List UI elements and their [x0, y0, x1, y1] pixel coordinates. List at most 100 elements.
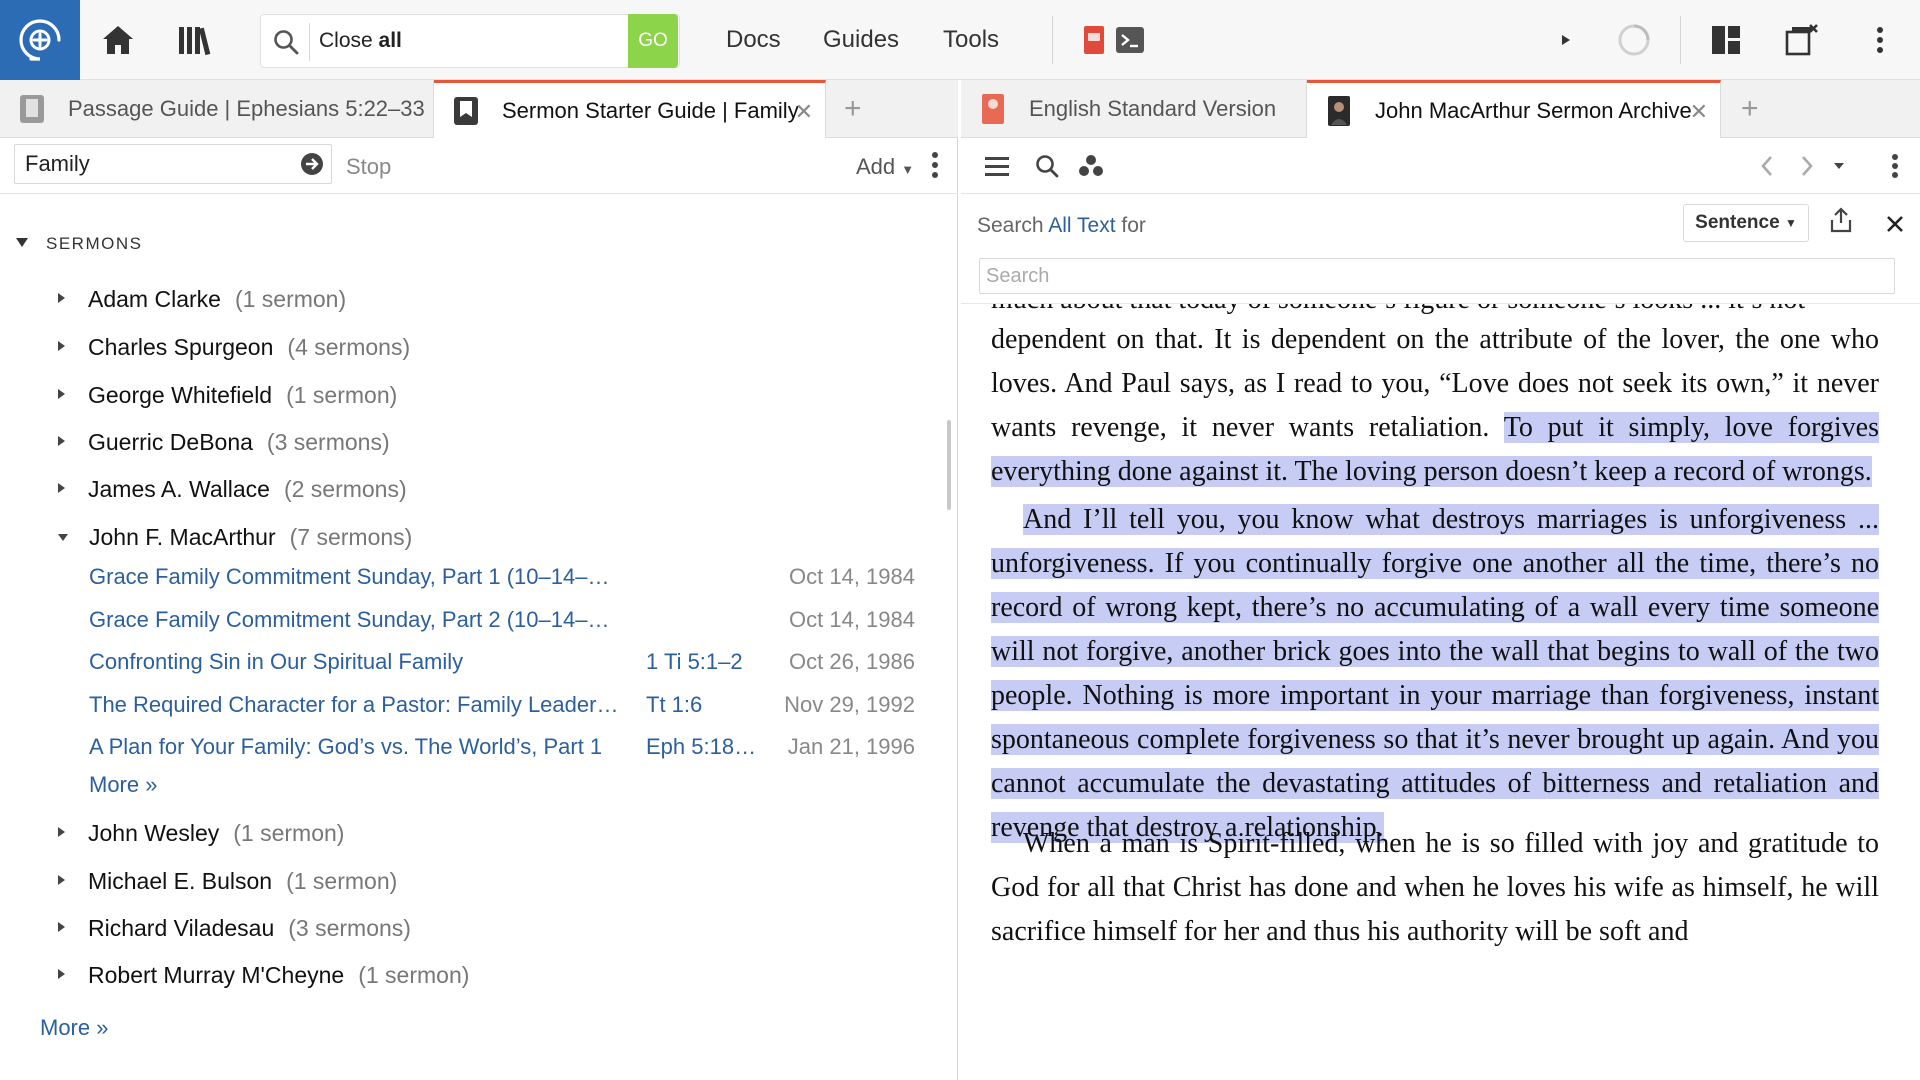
- home-icon[interactable]: [96, 18, 140, 62]
- author-item[interactable]: Charles Spurgeon (4 sermons): [58, 334, 410, 361]
- scrollbar-thumb[interactable]: [947, 420, 951, 510]
- author-name: George Whitefield: [88, 382, 273, 408]
- close-search-icon[interactable]: [1879, 208, 1911, 240]
- search-prefix: Search: [977, 214, 1049, 237]
- author-item-expanded[interactable]: John F. MacArthur (7 sermons): [58, 524, 412, 551]
- tab-esv[interactable]: English Standard Version: [961, 80, 1307, 138]
- sermon-title-link[interactable]: Confronting Sin in Our Spiritual Family: [89, 649, 639, 675]
- toolbar-separator-2: [1680, 16, 1681, 64]
- match-mode-value: Sentence: [1695, 212, 1780, 233]
- author-item[interactable]: Guerric DeBona (3 sermons): [58, 429, 390, 456]
- more-section-link[interactable]: More »: [40, 1015, 108, 1041]
- add-tab-icon[interactable]: +: [1741, 92, 1759, 126]
- search-input[interactable]: Search: [979, 258, 1895, 294]
- menu-guides[interactable]: Guides: [823, 26, 899, 54]
- in-resource-search-bar: Search All Text for Sentence ▼ Search: [961, 194, 1920, 304]
- library-icon[interactable]: [173, 18, 217, 62]
- sermon-title-link[interactable]: The Required Character for a Pastor: Fam…: [89, 692, 639, 718]
- close-panels-icon[interactable]: [1780, 18, 1824, 62]
- author-item[interactable]: Michael E. Bulson (1 sermon): [58, 868, 397, 895]
- more-sermons-link[interactable]: More »: [89, 772, 157, 798]
- close-tab-icon[interactable]: ✕: [1690, 99, 1708, 125]
- author-item[interactable]: John Wesley (1 sermon): [58, 820, 344, 847]
- collapse-triangle-icon: [58, 534, 68, 541]
- logos-home-icon[interactable]: [0, 0, 80, 80]
- author-name: Guerric DeBona: [88, 429, 253, 455]
- sermon-date: Oct 14, 1984: [789, 607, 915, 632]
- panel-menu-icon[interactable]: [930, 150, 940, 180]
- command-separator: [309, 23, 310, 61]
- sermon-date: Nov 29, 1992: [784, 692, 915, 717]
- toolbar-separator: [1052, 16, 1053, 64]
- paragraph: When a man is Spirit-filled, when he is …: [991, 822, 1879, 954]
- author-name: Adam Clarke: [88, 286, 221, 312]
- sermon-row[interactable]: A Plan for Your Family: God’s vs. The Wo…: [89, 734, 919, 764]
- sermon-title-link[interactable]: Grace Family Commitment Sunday, Part 2 (…: [89, 607, 639, 633]
- sermon-row[interactable]: The Required Character for a Pastor: Fam…: [89, 692, 919, 722]
- tab-macarthur-archive[interactable]: John MacArthur Sermon Archive ✕: [1307, 80, 1721, 139]
- tab-label: Sermon Starter Guide | Family: [502, 98, 799, 123]
- visual-filters-icon[interactable]: [1075, 150, 1107, 182]
- tab-label: English Standard Version: [1029, 96, 1277, 121]
- expand-triangle-icon: [58, 341, 65, 351]
- run-guide-icon[interactable]: [300, 152, 324, 176]
- bible-cover-icon: [979, 92, 1007, 126]
- sermon-reference[interactable]: 1 Ti 5:1–2: [646, 649, 761, 675]
- author-item[interactable]: Robert Murray M'Cheyne (1 sermon): [58, 962, 469, 989]
- add-tab-icon[interactable]: +: [844, 92, 862, 126]
- highlighted-text[interactable]: And I’ll tell you, you know what destroy…: [991, 504, 1879, 843]
- author-name: Michael E. Bulson: [88, 868, 273, 894]
- stop-button[interactable]: Stop: [346, 154, 391, 180]
- search-icon[interactable]: [1031, 150, 1063, 182]
- author-item[interactable]: Adam Clarke (1 sermon): [58, 286, 346, 313]
- table-of-contents-icon[interactable]: [981, 150, 1013, 182]
- sermon-row[interactable]: Grace Family Commitment Sunday, Part 2 (…: [89, 607, 919, 637]
- terminal-icon[interactable]: [1108, 18, 1152, 62]
- forward-arrow-icon[interactable]: [1791, 150, 1823, 182]
- expand-triangle-icon: [58, 969, 65, 979]
- expand-arrow-icon[interactable]: [1544, 18, 1588, 62]
- section-header-sermons[interactable]: SERMONS: [16, 234, 142, 254]
- sermon-date: Jan 21, 1996: [787, 734, 915, 759]
- expand-triangle-icon: [58, 827, 65, 837]
- sermon-count: (1 sermon): [358, 962, 470, 988]
- match-mode-dropdown[interactable]: Sentence ▼: [1683, 204, 1809, 242]
- layouts-icon[interactable]: [1704, 18, 1748, 62]
- right-tab-bar: English Standard Version John MacArthur …: [961, 80, 1920, 139]
- go-button[interactable]: GO: [628, 14, 678, 68]
- sermon-reference[interactable]: Tt 1:6: [646, 692, 761, 718]
- command-input[interactable]: Close all: [319, 29, 402, 53]
- paragraph-text: When a man is Spirit-filled, when he is …: [991, 828, 1879, 947]
- author-name: Robert Murray M'Cheyne: [88, 962, 345, 988]
- guide-icon: [452, 94, 480, 128]
- sermon-row[interactable]: Grace Family Commitment Sunday, Part 1 (…: [89, 564, 919, 594]
- sermon-title-link[interactable]: A Plan for Your Family: God’s vs. The Wo…: [89, 734, 639, 760]
- expand-triangle-icon: [58, 436, 65, 446]
- search-scope-link[interactable]: All Text: [1048, 214, 1115, 237]
- panel-menu-icon[interactable]: [1879, 150, 1911, 182]
- command-box[interactable]: Close all: [260, 14, 680, 68]
- add-section-button[interactable]: Add ▼: [856, 154, 914, 180]
- sync-icon[interactable]: [1612, 18, 1656, 62]
- export-share-icon[interactable]: [1825, 204, 1857, 236]
- back-arrow-icon[interactable]: [1751, 150, 1783, 182]
- tab-passage-guide[interactable]: Passage Guide | Ephesians 5:22–33: [0, 80, 434, 138]
- history-dropdown-icon[interactable]: [1823, 150, 1855, 182]
- sermon-title-link[interactable]: Grace Family Commitment Sunday, Part 1 (…: [89, 564, 639, 590]
- sermon-count: (1 sermon): [233, 820, 345, 846]
- sermon-reference[interactable]: Eph 5:18…: [646, 734, 761, 760]
- author-item[interactable]: George Whitefield (1 sermon): [58, 382, 397, 409]
- sermon-date: Oct 14, 1984: [789, 564, 915, 589]
- tab-sermon-starter-guide[interactable]: Sermon Starter Guide | Family ✕: [434, 80, 826, 139]
- menu-docs[interactable]: Docs: [726, 26, 781, 54]
- more-menu-icon[interactable]: [1858, 18, 1902, 62]
- topic-input[interactable]: Family: [14, 144, 332, 184]
- menu-tools[interactable]: Tools: [943, 26, 999, 54]
- sermon-row[interactable]: Confronting Sin in Our Spiritual Family …: [89, 649, 919, 679]
- reader-toolbar: [961, 138, 1920, 194]
- author-item[interactable]: James A. Wallace (2 sermons): [58, 476, 407, 503]
- author-item[interactable]: Richard Viladesau (3 sermons): [58, 915, 411, 942]
- author-photo-icon: [1325, 94, 1353, 128]
- close-tab-icon[interactable]: ✕: [795, 99, 813, 125]
- guide-icon: [18, 92, 46, 126]
